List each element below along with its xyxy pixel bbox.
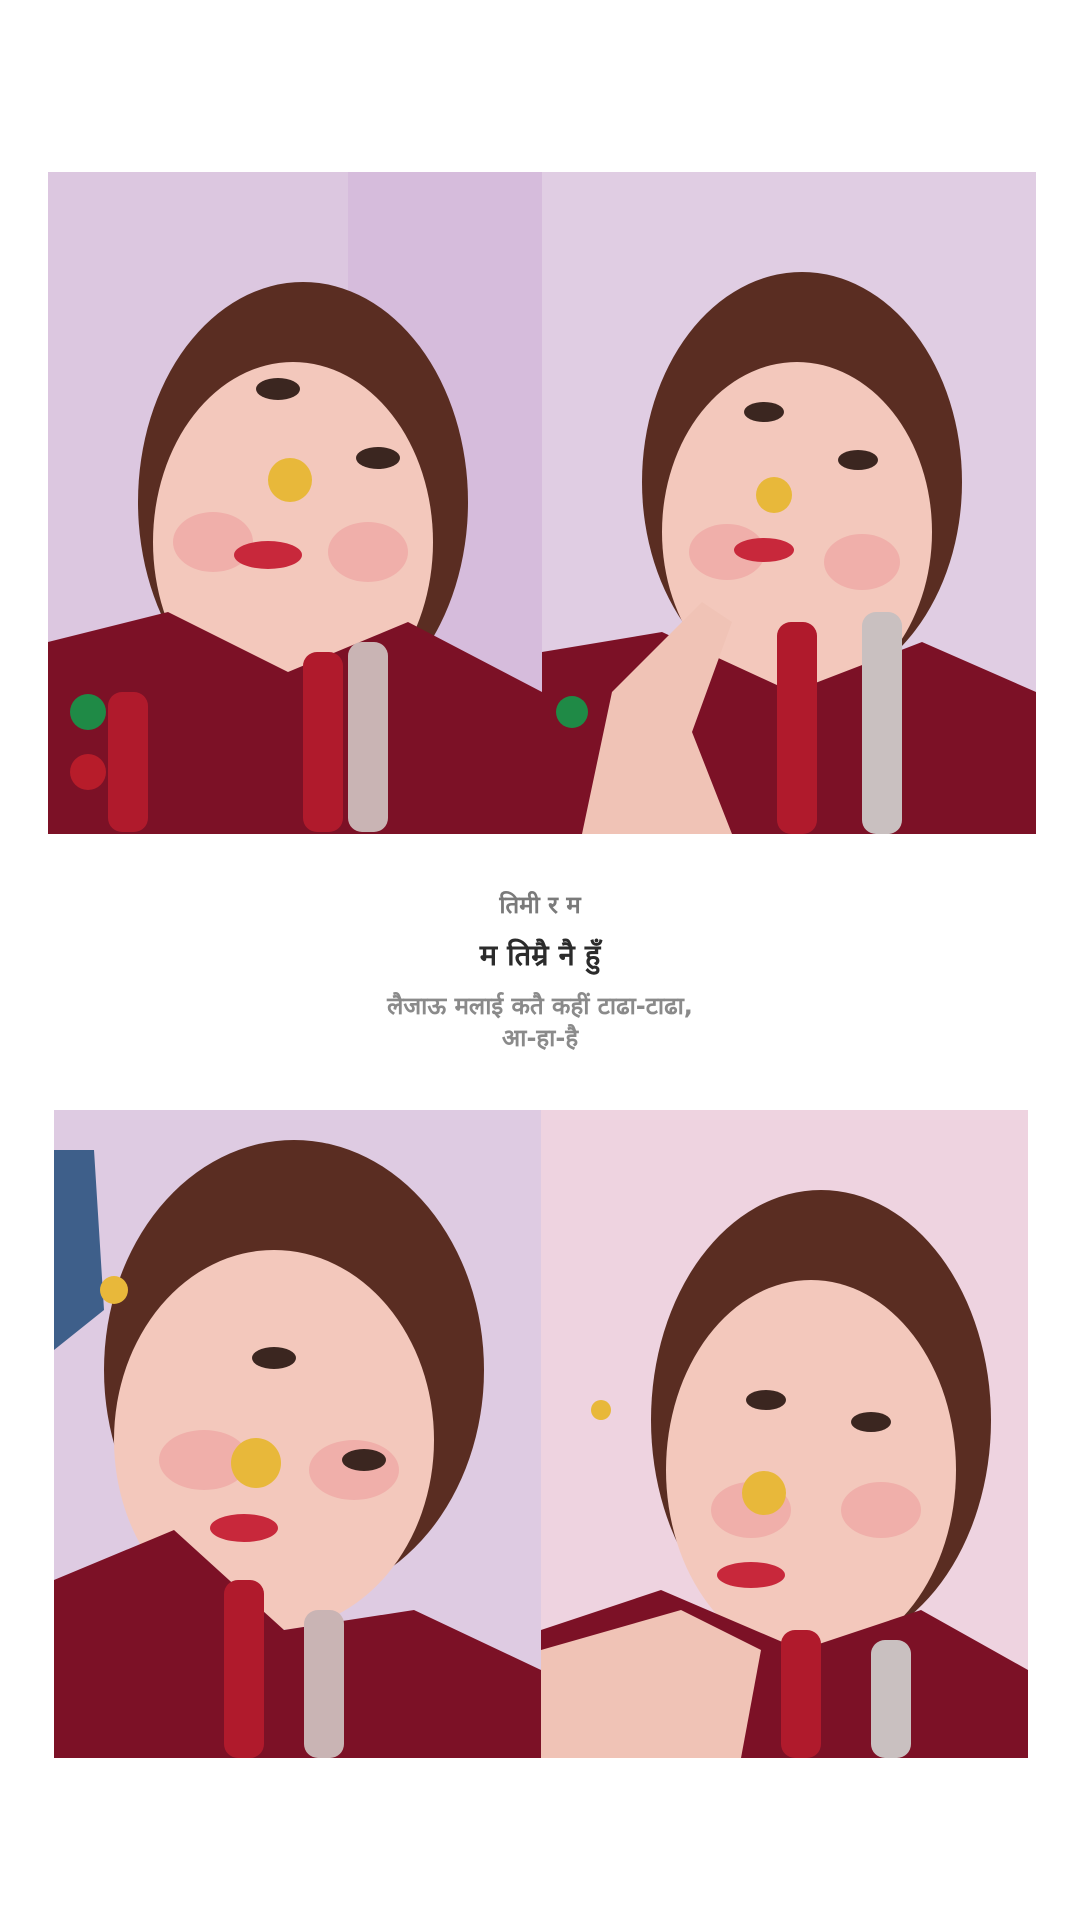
photo-bottom-right-image xyxy=(541,1110,1028,1758)
photo-top-left xyxy=(48,172,542,834)
photo-bottom-left xyxy=(54,1110,541,1758)
photo-top-right-image xyxy=(542,172,1036,834)
song-caption: तिमी र म म तिम्रै नै हुँ लैजाऊ मलाई कतै … xyxy=(0,888,1080,1054)
photo-bottom-right xyxy=(541,1110,1028,1758)
photo-top-right xyxy=(542,172,1036,834)
photo-top-left-image xyxy=(48,172,542,834)
song-title: म तिम्रै नै हुँ xyxy=(479,938,601,972)
photo-bottom-left-image xyxy=(54,1110,541,1758)
song-lyric-line-2: आ-हा-है xyxy=(501,1024,579,1052)
song-label: तिमी र म xyxy=(499,891,581,919)
song-lyric-line-1: लैजाऊ मलाई कतै कहीं टाढा-टाढा, xyxy=(387,992,693,1020)
